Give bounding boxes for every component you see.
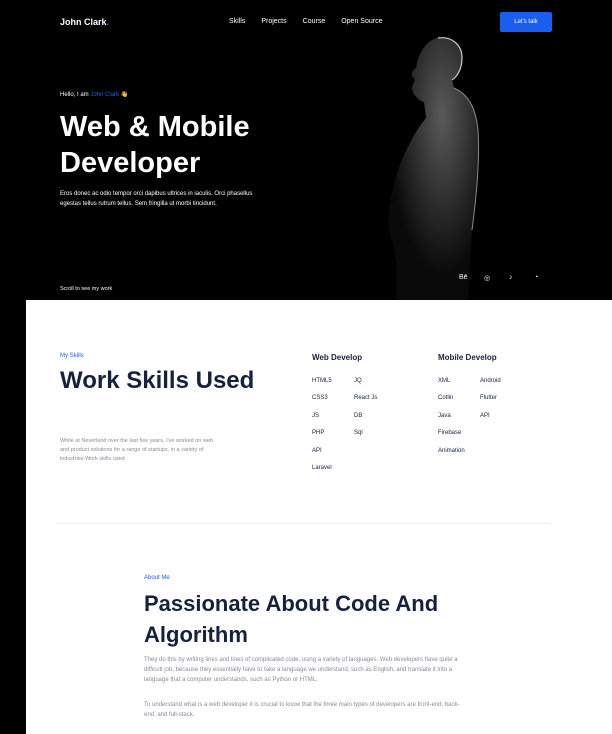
- logo[interactable]: John Clark.: [60, 17, 109, 27]
- skill-item: PHP: [312, 430, 325, 436]
- about-label: About Me: [144, 575, 170, 581]
- hero-title: Web & Mobile Developer: [60, 111, 250, 179]
- skill-item: Java: [438, 413, 451, 419]
- wave-icon: 👋: [120, 92, 129, 98]
- messenger-icon[interactable]: ◔: [534, 274, 559, 282]
- about-title: Passionate About Code And Algorithm: [144, 591, 439, 647]
- skill-item: Cotlin: [438, 395, 454, 401]
- hero-greeting: Hello, I am John Clark 👋: [60, 92, 129, 98]
- hero-name: John Clark: [90, 92, 120, 98]
- skill-item: API: [480, 413, 490, 419]
- nav-open-source[interactable]: Open Source: [341, 18, 382, 25]
- skill-item: XML: [438, 378, 451, 384]
- nav-skills[interactable]: Skills: [229, 18, 245, 25]
- section-divider: [56, 523, 550, 524]
- skill-item: API: [312, 448, 322, 454]
- about-paragraph: They do this by writing lines and lines …: [144, 657, 458, 683]
- lets-talk-button[interactable]: Let's talk: [500, 12, 552, 32]
- skill-item: Android: [480, 378, 501, 384]
- about-paragraph: To understand what is a web developer it…: [144, 702, 460, 718]
- skill-item: CSS3: [312, 395, 328, 401]
- skill-item: JQ: [354, 378, 362, 384]
- nav-projects[interactable]: Projects: [261, 18, 286, 25]
- skill-item: Sql: [354, 430, 363, 436]
- skill-item: Laravel: [312, 465, 332, 471]
- hero-description: Eros donec ac odio tempor orci dapibus u…: [60, 191, 253, 207]
- skill-item: Flutter: [480, 395, 498, 401]
- content-section: My Skills Work Skills Used While at Neve…: [26, 300, 612, 734]
- behance-icon[interactable]: Bē: [459, 274, 484, 282]
- skills-label: My Skills: [60, 353, 84, 359]
- skill-item: HTML5: [312, 378, 332, 384]
- hero-section: John Clark. Skills Projects Course Open …: [0, 0, 612, 300]
- instagram-icon[interactable]: ◎: [484, 274, 509, 282]
- skill-item: JS: [312, 413, 320, 419]
- skills-description: While at Neverland over the last few yea…: [60, 438, 213, 462]
- social-links: Bē ◎ ♪ ◔: [459, 274, 559, 282]
- mobile-develop-heading: Mobile Develop: [438, 353, 497, 362]
- skill-item: React Js: [354, 395, 378, 401]
- main-nav: Skills Projects Course Open Source: [229, 18, 398, 25]
- scroll-hint[interactable]: Scroll to see my work: [60, 286, 112, 292]
- portrait-silhouette: [388, 37, 480, 300]
- nav-course[interactable]: Course: [303, 18, 326, 25]
- skill-item: Animation: [438, 448, 465, 454]
- skill-item: DB: [354, 413, 363, 419]
- tiktok-icon[interactable]: ♪: [509, 274, 534, 282]
- skill-item: Firebase: [438, 430, 462, 436]
- web-develop-heading: Web Develop: [312, 353, 363, 362]
- skills-title: Work Skills Used: [60, 367, 255, 394]
